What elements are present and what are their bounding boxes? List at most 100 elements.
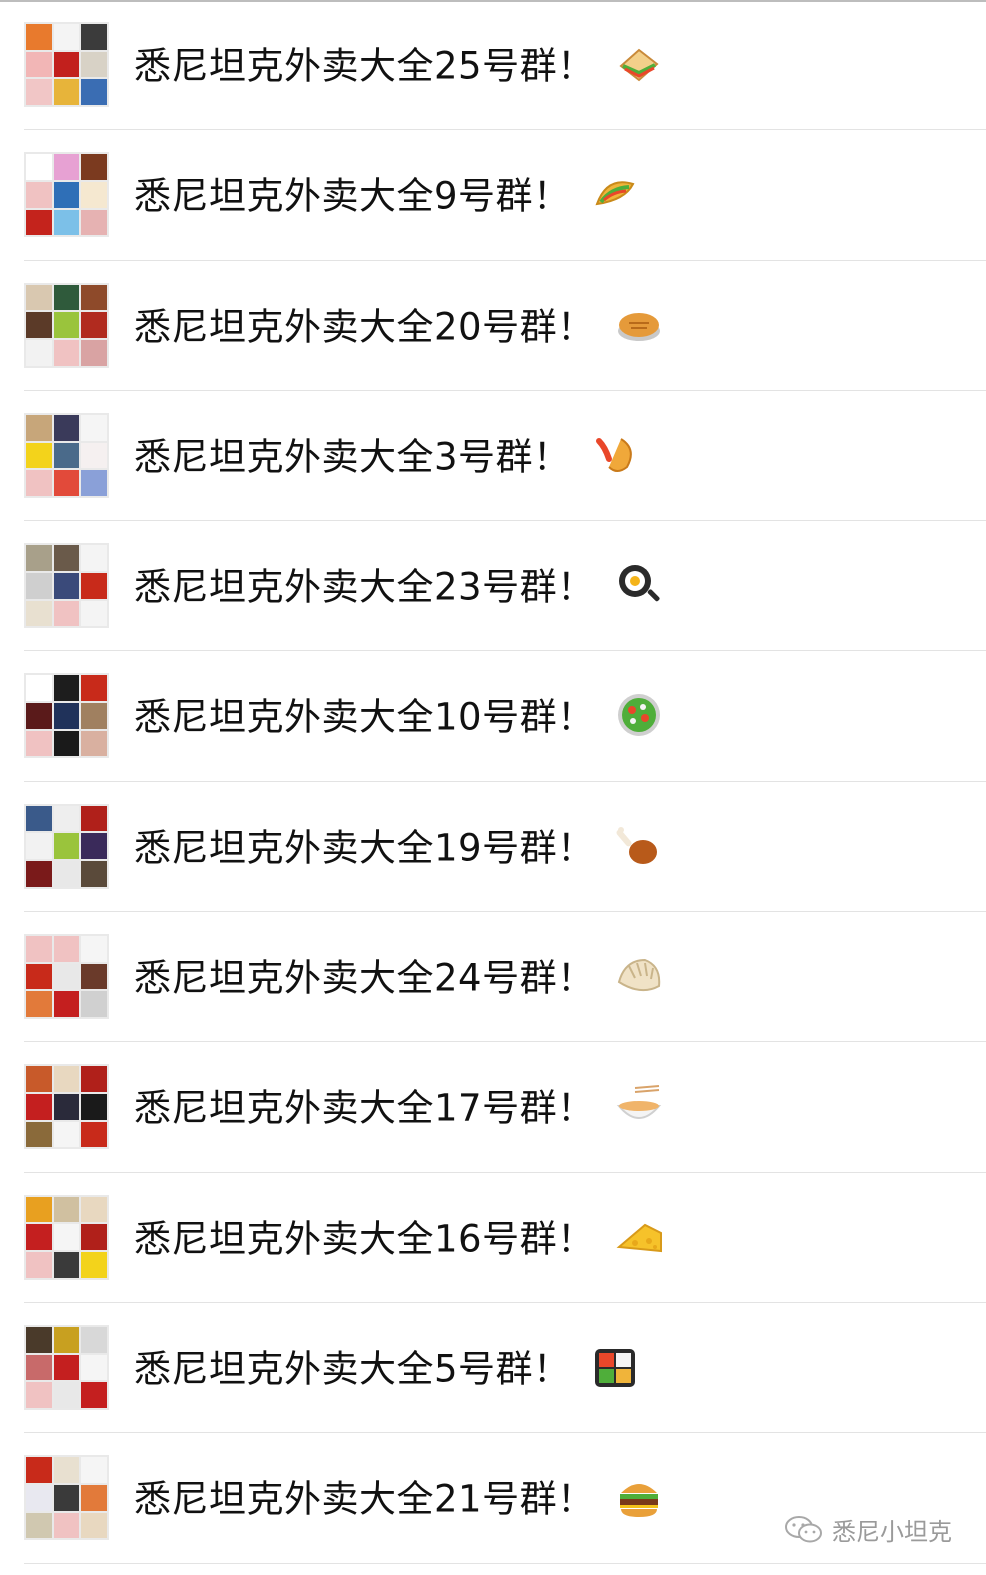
member-avatar-tile: [53, 209, 80, 236]
member-avatar-tile: [81, 154, 107, 180]
member-avatar-tile: [81, 572, 107, 599]
member-avatar-tile: [81, 1484, 107, 1511]
member-avatar-tile: [81, 1326, 107, 1353]
group-chat-item[interactable]: 悉尼坦克外卖大全20号群！: [0, 261, 986, 392]
group-chat-item[interactable]: 悉尼坦克外卖大全5号群！: [0, 1303, 986, 1434]
member-avatar-tile: [26, 1224, 52, 1250]
group-name: 悉尼坦克外卖大全23号群！: [134, 565, 663, 613]
member-avatar-tile: [53, 963, 80, 990]
member-avatar-tile: [81, 1382, 107, 1408]
dumpling-icon: [615, 952, 663, 1000]
member-avatar-tile: [26, 1196, 52, 1223]
group-name: 悉尼坦克外卖大全9号群！: [134, 174, 639, 222]
group-name: 悉尼坦克外卖大全10号群！: [134, 694, 663, 743]
group-name-text: 悉尼坦克外卖大全24号群！: [134, 956, 595, 1000]
member-avatar-tile: [81, 470, 107, 496]
member-avatar-tile: [81, 1457, 107, 1483]
member-avatar-tile: [81, 24, 107, 50]
shrimp-icon: [591, 431, 639, 479]
group-avatar[interactable]: [24, 1455, 109, 1541]
group-name: 悉尼坦克外卖大全5号群！: [134, 1347, 639, 1395]
member-avatar-tile: [81, 51, 107, 78]
member-avatar-tile: [81, 703, 107, 729]
group-name: 悉尼坦克外卖大全25号群！: [134, 44, 663, 92]
group-avatar[interactable]: [24, 152, 109, 238]
group-chat-item[interactable]: 悉尼坦克外卖大全25号群！: [0, 0, 986, 131]
group-avatar[interactable]: [24, 1324, 109, 1410]
member-avatar-tile: [81, 861, 107, 887]
frying-pan-icon: [615, 561, 663, 609]
group-chat-item[interactable]: 悉尼坦克外卖大全23号群！: [0, 521, 986, 652]
member-avatar-tile: [26, 79, 52, 105]
group-chat-item[interactable]: 悉尼坦克外卖大全10号群！: [0, 651, 986, 783]
group-avatar[interactable]: [24, 673, 109, 759]
member-avatar-tile: [81, 963, 107, 990]
member-avatar-tile: [81, 414, 107, 441]
member-avatar-tile: [81, 1512, 107, 1539]
group-chat-item[interactable]: 悉尼坦克外卖大全19号群！: [0, 782, 986, 913]
salad-icon: [615, 691, 663, 739]
member-avatar-tile: [53, 1066, 80, 1093]
member-avatar-tile: [53, 991, 80, 1018]
group-chat-item[interactable]: 悉尼坦克外卖大全16号群！: [0, 1173, 986, 1304]
group-name-text: 悉尼坦克外卖大全5号群！: [134, 1347, 571, 1391]
group-name-text: 悉尼坦克外卖大全3号群！: [134, 435, 571, 479]
group-avatar[interactable]: [24, 543, 109, 629]
member-avatar-tile: [53, 572, 80, 599]
group-avatar[interactable]: [24, 1064, 109, 1150]
member-avatar-tile: [26, 833, 52, 860]
member-avatar-tile: [26, 1354, 52, 1381]
group-avatar[interactable]: [24, 282, 109, 368]
member-avatar-tile: [53, 24, 80, 50]
member-avatar-tile: [26, 963, 52, 990]
member-avatar-tile: [26, 936, 52, 962]
group-chat-item[interactable]: 悉尼坦克外卖大全17号群！: [0, 1042, 986, 1173]
group-avatar[interactable]: [24, 412, 109, 498]
member-avatar-tile: [81, 675, 107, 702]
group-name-text: 悉尼坦克外卖大全21号群！: [134, 1477, 595, 1521]
group-chat-item[interactable]: 悉尼坦克外卖大全3号群！: [0, 391, 986, 522]
member-avatar-tile: [26, 1121, 52, 1148]
member-avatar-tile: [53, 1354, 80, 1381]
member-avatar-tile: [81, 1354, 107, 1381]
member-avatar-tile: [26, 339, 52, 366]
member-avatar-tile: [53, 414, 80, 441]
group-name: 悉尼坦克外卖大全3号群！: [134, 435, 639, 483]
member-avatar-tile: [53, 470, 80, 496]
member-avatar-tile: [81, 600, 107, 627]
group-name: 悉尼坦克外卖大全20号群！: [134, 305, 663, 353]
member-avatar-tile: [81, 1066, 107, 1093]
member-avatar-tile: [26, 1326, 52, 1353]
member-avatar-tile: [26, 991, 52, 1018]
ramen-icon: [615, 1082, 663, 1130]
member-avatar-tile: [26, 181, 52, 208]
member-avatar-tile: [53, 284, 80, 311]
member-avatar-tile: [81, 339, 107, 366]
group-avatar[interactable]: [24, 803, 109, 889]
member-avatar-tile: [81, 312, 107, 338]
member-avatar-tile: [26, 572, 52, 599]
member-avatar-tile: [26, 861, 52, 887]
group-chat-item[interactable]: 悉尼坦克外卖大全9号群！: [0, 130, 986, 261]
member-avatar-tile: [26, 1382, 52, 1408]
member-avatar-tile: [53, 1382, 80, 1408]
member-avatar-tile: [53, 1121, 80, 1148]
member-avatar-tile: [53, 51, 80, 78]
hamburger-icon: [615, 1473, 663, 1521]
member-avatar-tile: [53, 154, 80, 180]
member-avatar-tile: [81, 833, 107, 860]
member-avatar-tile: [81, 936, 107, 962]
group-name-text: 悉尼坦克外卖大全10号群！: [134, 695, 595, 739]
member-avatar-tile: [81, 545, 107, 571]
group-avatar[interactable]: [24, 22, 109, 107]
group-avatar[interactable]: [24, 1194, 109, 1280]
member-avatar-tile: [53, 442, 80, 469]
member-avatar-tile: [81, 1252, 107, 1278]
member-avatar-tile: [53, 181, 80, 208]
group-chat-item[interactable]: 悉尼坦克外卖大全24号群！: [0, 912, 986, 1043]
member-avatar-tile: [81, 1094, 107, 1120]
group-name-text: 悉尼坦克外卖大全25号群！: [134, 44, 595, 88]
group-avatar[interactable]: [24, 934, 109, 1020]
cheese-icon: [615, 1213, 663, 1261]
member-avatar-tile: [26, 730, 52, 757]
